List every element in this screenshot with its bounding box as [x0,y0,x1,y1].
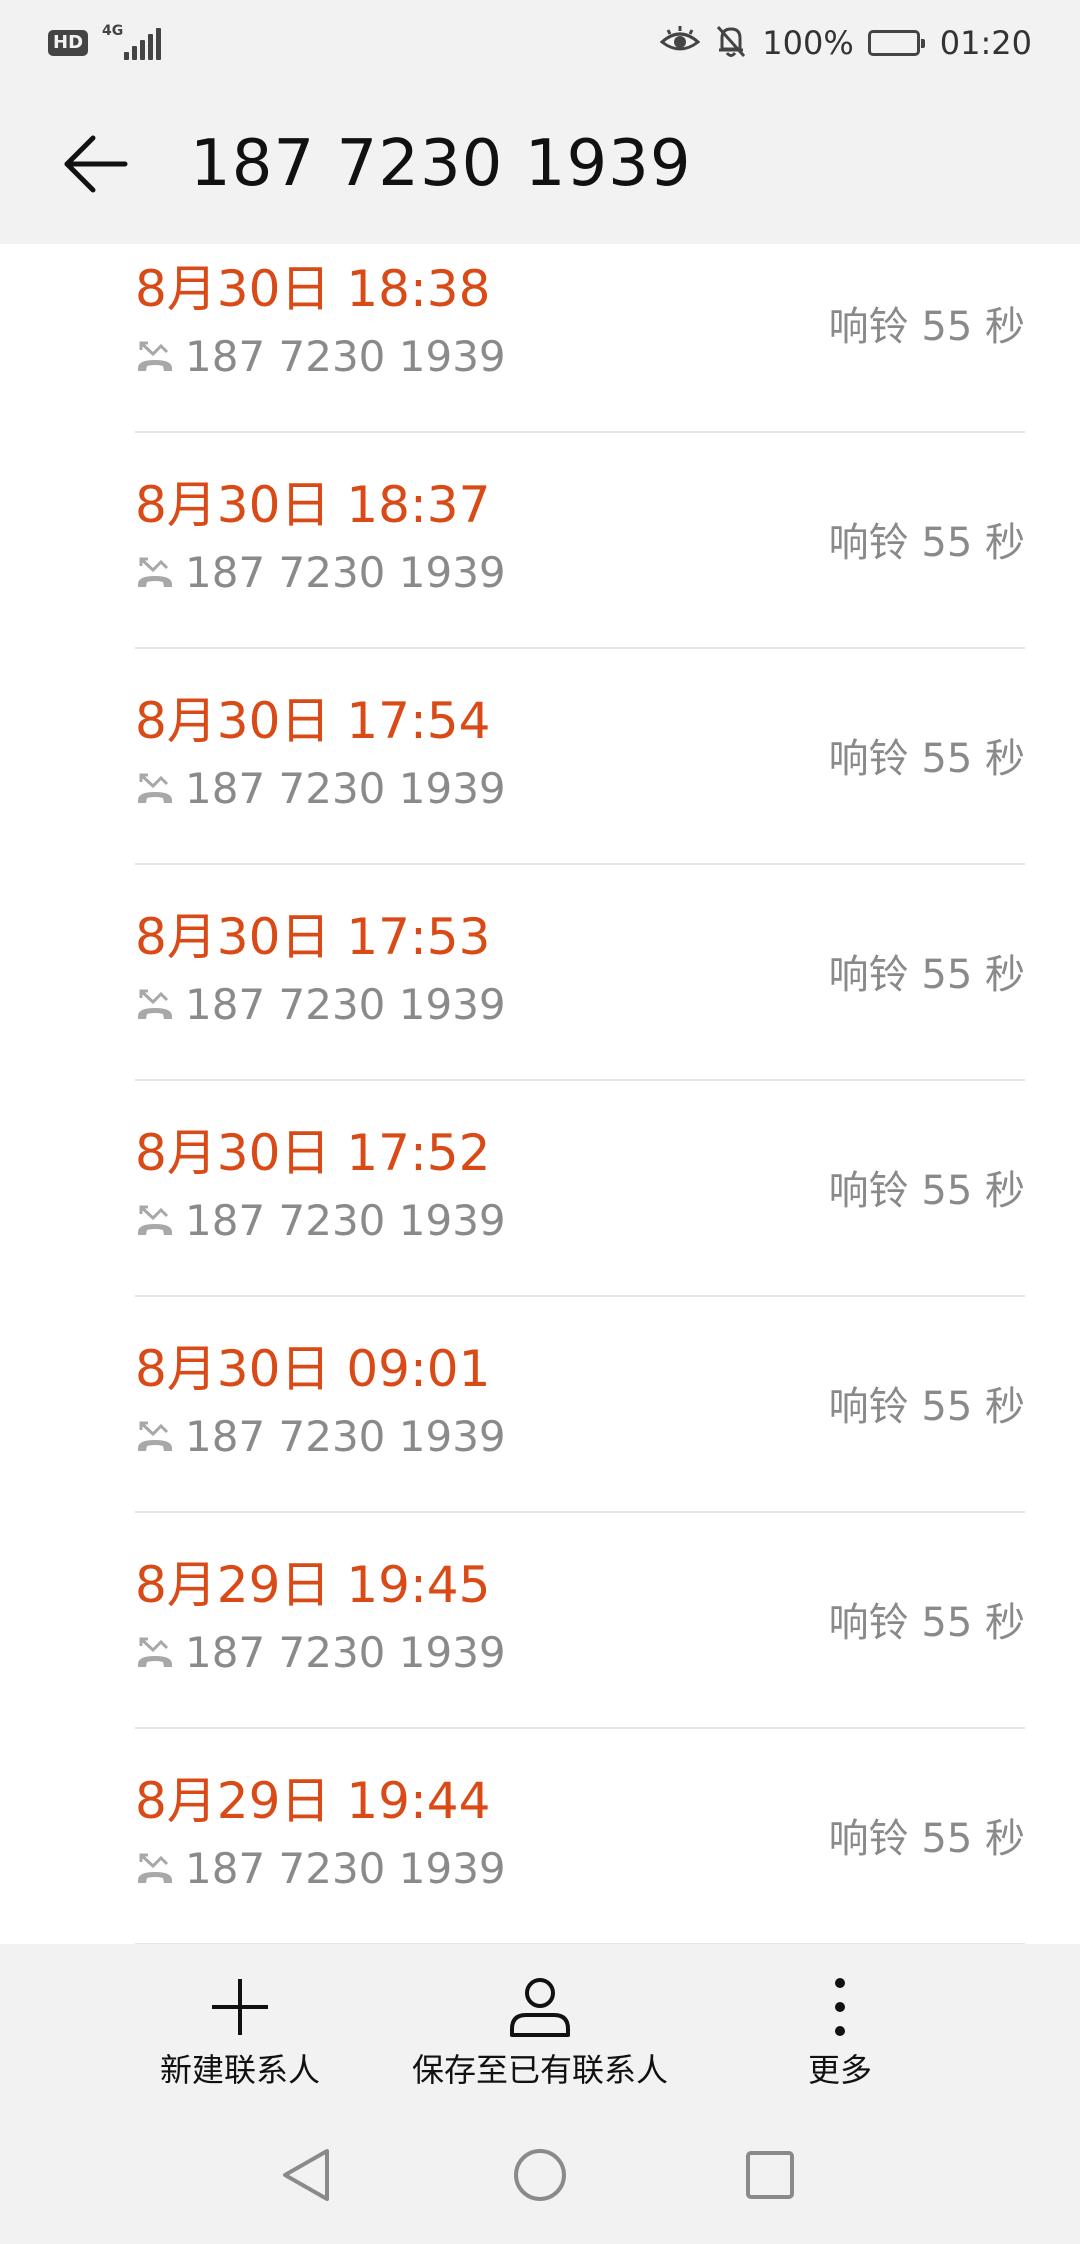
more-button[interactable]: 更多 [760,1944,920,2104]
call-number-line: 187 7230 1939 [135,545,506,601]
status-right: 100% 01:20 [659,23,1032,63]
call-log-row[interactable]: 8月30日 18:38 187 7230 1939 响铃 55 秒 [135,244,1025,433]
battery-icon [867,30,925,56]
call-time: 8月30日 17:52 [135,1124,491,1182]
missed-call-icon [138,1637,172,1667]
missed-call-icon [138,1421,172,1451]
call-number-line: 187 7230 1939 [135,1625,506,1681]
missed-call-icon [138,341,172,371]
call-log-row[interactable]: 8月29日 19:45 187 7230 1939 响铃 55 秒 [135,1513,1025,1729]
battery-percent: 100% [762,24,854,62]
call-log-row[interactable]: 8月30日 17:52 187 7230 1939 响铃 55 秒 [135,1081,1025,1297]
call-log-row[interactable]: 8月30日 17:54 187 7230 1939 响铃 55 秒 [135,649,1025,865]
call-log-row[interactable]: 8月30日 18:37 187 7230 1939 响铃 55 秒 [135,433,1025,649]
call-log-row[interactable]: 8月30日 09:01 187 7230 1939 响铃 55 秒 [135,1297,1025,1513]
call-duration: 响铃 55 秒 [828,1600,1025,1646]
call-number: 187 7230 1939 [185,1412,506,1461]
person-icon [505,1972,575,2042]
status-left: HD 4G [48,23,162,60]
call-number: 187 7230 1939 [185,980,506,1029]
page-title: 187 7230 1939 [190,127,692,201]
call-duration: 响铃 55 秒 [828,952,1025,998]
bell-muted-icon [714,23,748,63]
call-time: 8月30日 18:37 [135,476,491,534]
save-to-existing-contact-label: 保存至已有联系人 [411,2051,668,2089]
clock: 01:20 [939,24,1032,62]
bottom-action-bar: 新建联系人 保存至已有联系人 更多 [0,1944,1080,2104]
missed-call-icon [138,1205,172,1235]
call-number: 187 7230 1939 [185,1196,506,1245]
arrow-left-icon [64,135,128,193]
call-time: 8月30日 17:53 [135,908,491,966]
signal-icon: 4G [102,23,162,60]
call-duration: 响铃 55 秒 [828,1816,1025,1862]
status-bar: HD 4G 100% 01:20 [0,0,1080,86]
call-duration: 响铃 55 秒 [828,304,1025,350]
call-log-row[interactable]: 8月29日 19:44 187 7230 1939 响铃 55 秒 [135,1729,1025,1944]
missed-call-icon [138,773,172,803]
call-time: 8月30日 17:54 [135,692,491,750]
system-nav-bar [0,2104,1080,2244]
call-number-line: 187 7230 1939 [135,1193,506,1249]
triangle-back-icon [283,2149,329,2201]
call-duration: 响铃 55 秒 [828,1384,1025,1430]
call-number-line: 187 7230 1939 [135,329,506,385]
network-type-label: 4G [102,23,124,39]
call-number: 187 7230 1939 [185,1844,506,1893]
call-time: 8月29日 19:44 [135,1772,491,1830]
call-duration: 响铃 55 秒 [828,736,1025,782]
call-number: 187 7230 1939 [185,332,506,381]
back-button[interactable] [56,124,136,204]
eye-comfort-icon [659,24,701,62]
new-contact-button[interactable]: 新建联系人 [140,1944,340,2104]
more-label: 更多 [807,2051,872,2089]
call-number-line: 187 7230 1939 [135,977,506,1033]
missed-call-icon [138,557,172,587]
hd-icon: HD [48,30,89,56]
call-list-inner: 8月30日 18:38 187 7230 1939 响铃 55 秒 8月30日 … [0,244,1080,1944]
more-vertical-icon [805,1972,875,2042]
call-number-line: 187 7230 1939 [135,1409,506,1465]
square-recents-icon [746,2151,794,2199]
new-contact-label: 新建联系人 [159,2051,320,2089]
call-time: 8月30日 09:01 [135,1340,491,1398]
app-header: 187 7230 1939 [0,86,1080,244]
missed-call-icon [138,989,172,1019]
call-duration: 响铃 55 秒 [828,520,1025,566]
nav-home-button[interactable] [505,2140,575,2210]
missed-call-icon [138,1853,172,1883]
circle-home-icon [514,2149,566,2201]
call-number-line: 187 7230 1939 [135,1841,506,1897]
call-log-row[interactable]: 8月30日 17:53 187 7230 1939 响铃 55 秒 [135,865,1025,1081]
nav-back-button[interactable] [272,2140,342,2210]
call-number: 187 7230 1939 [185,548,506,597]
call-duration: 响铃 55 秒 [828,1168,1025,1214]
nav-recents-button[interactable] [735,2140,805,2210]
call-history-list[interactable]: 8月30日 18:38 187 7230 1939 响铃 55 秒 8月30日 … [0,244,1080,1944]
call-time: 8月29日 19:45 [135,1556,491,1614]
call-number: 187 7230 1939 [185,1628,506,1677]
call-number-line: 187 7230 1939 [135,761,506,817]
save-to-existing-contact-button[interactable]: 保存至已有联系人 [390,1944,690,2104]
call-time: 8月30日 18:38 [135,260,491,318]
plus-icon [205,1972,275,2042]
call-number: 187 7230 1939 [185,764,506,813]
